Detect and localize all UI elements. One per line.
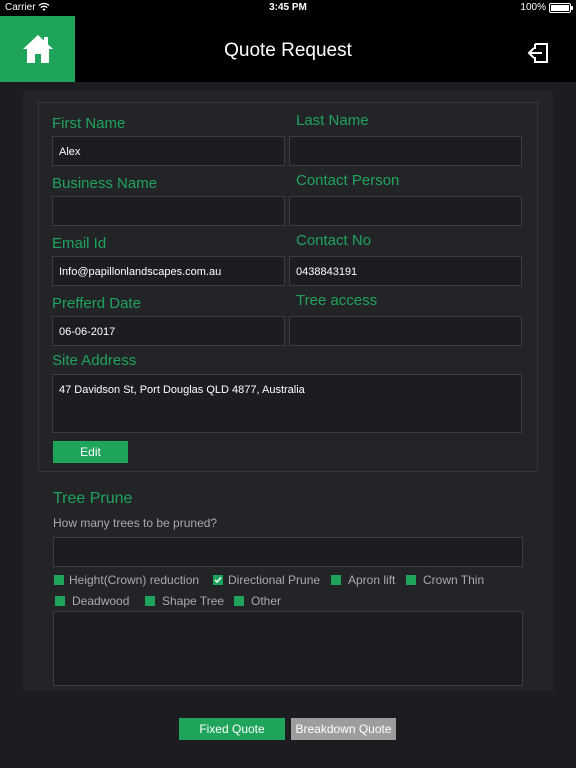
contact-person-label: Contact Person [296,172,400,189]
contact-person-field[interactable] [289,196,522,226]
status-bar: Carrier 3:45 PM 100% [0,0,576,16]
preferred-date-field[interactable]: 06-06-2017 [52,316,285,346]
prune-notes-field[interactable] [53,611,523,686]
prune-count-field[interactable] [53,537,523,567]
preferred-date-label: Prefferd Date [52,295,141,312]
option-label: Crown Thin [423,573,485,587]
fixed-quote-button[interactable]: Fixed Quote [179,718,285,740]
first-name-field[interactable]: Alex [52,136,285,166]
option-label: Other [251,594,282,608]
tree-access-field[interactable] [289,316,522,346]
option-height-crown-reduction[interactable]: Height(Crown) reduction [54,573,199,587]
footer-bar [0,692,576,768]
prune-count-question: How many trees to be pruned? [53,516,218,530]
option-label: Apron lift [348,573,396,587]
business-name-field[interactable] [52,196,285,226]
option-apron-lift[interactable]: Apron lift [331,573,395,587]
checkbox-unchecked[interactable] [55,596,65,606]
option-directional-prune[interactable]: Directional Prune [213,573,320,587]
site-address-label: Site Address [52,352,137,369]
checkbox-unchecked[interactable] [331,575,341,585]
option-other[interactable]: Other [234,594,281,608]
tree-prune-heading: Tree Prune [53,490,133,507]
logout-icon[interactable] [526,41,550,65]
option-label: Directional Prune [228,573,321,587]
edit-button[interactable]: Edit [53,441,128,463]
business-name-label: Business Name [52,175,158,192]
battery-icon [549,3,573,13]
page-title: Quote Request [224,40,352,61]
tree-access-label: Tree access [296,292,378,309]
option-label: Height(Crown) reduction [69,573,200,587]
last-name-label: Last Name [296,112,369,129]
option-label: Deadwood [72,594,130,608]
option-deadwood[interactable]: Deadwood [55,594,129,608]
option-label: Shape Tree [162,594,225,608]
last-name-field[interactable] [289,136,522,166]
site-address-field[interactable]: 47 Davidson St, Port Douglas QLD 4877, A… [52,374,522,433]
email-label: Email Id [52,235,107,252]
checkbox-unchecked[interactable] [54,575,64,585]
option-crown-thin[interactable]: Crown Thin [406,573,484,587]
contact-no-label: Contact No [296,232,372,249]
navigation-bar: Quote Request [0,16,576,82]
option-shape-tree[interactable]: Shape Tree [145,594,224,608]
breakdown-quote-button[interactable]: Breakdown Quote [291,718,396,740]
first-name-label: First Name [52,115,126,132]
checkmark-icon [214,577,222,584]
email-field[interactable]: Info@papillonlandscapes.com.au [52,256,285,286]
checkbox-checked[interactable] [213,575,223,585]
clock: 3:45 PM [269,2,307,13]
battery-percent: 100% [520,2,546,13]
checkbox-unchecked[interactable] [406,575,416,585]
checkbox-unchecked[interactable] [234,596,244,606]
checkbox-unchecked[interactable] [145,596,155,606]
contact-no-field[interactable]: 0438843191 [289,256,522,286]
